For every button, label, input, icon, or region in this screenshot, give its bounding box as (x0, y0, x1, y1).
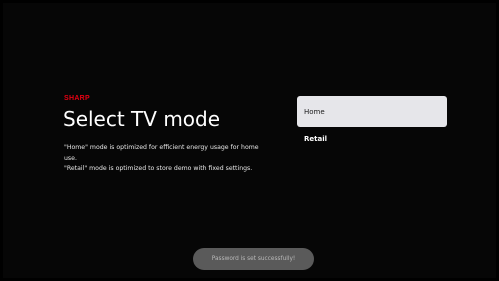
mode-description: "Home" mode is optimized for efficient e… (64, 143, 264, 175)
option-retail[interactable]: Retail (297, 131, 447, 147)
tv-setup-screen: SHARP Select TV mode "Home" mode is opti… (3, 3, 496, 278)
toast-notification: Password is set successfully! (193, 248, 314, 270)
option-retail-label: Retail (304, 135, 328, 143)
sharp-logo: SHARP (64, 95, 91, 102)
home-mode-description: "Home" mode is optimized for efficient e… (64, 144, 259, 162)
toast-message: Password is set successfully! (211, 256, 296, 262)
page-title: Select TV mode (63, 107, 221, 131)
tv-mode-options: Home Retail (297, 96, 447, 147)
option-home[interactable]: Home (297, 96, 447, 127)
option-home-label: Home (304, 107, 325, 116)
retail-mode-description: "Retail" mode is optimized to store demo… (64, 165, 253, 172)
